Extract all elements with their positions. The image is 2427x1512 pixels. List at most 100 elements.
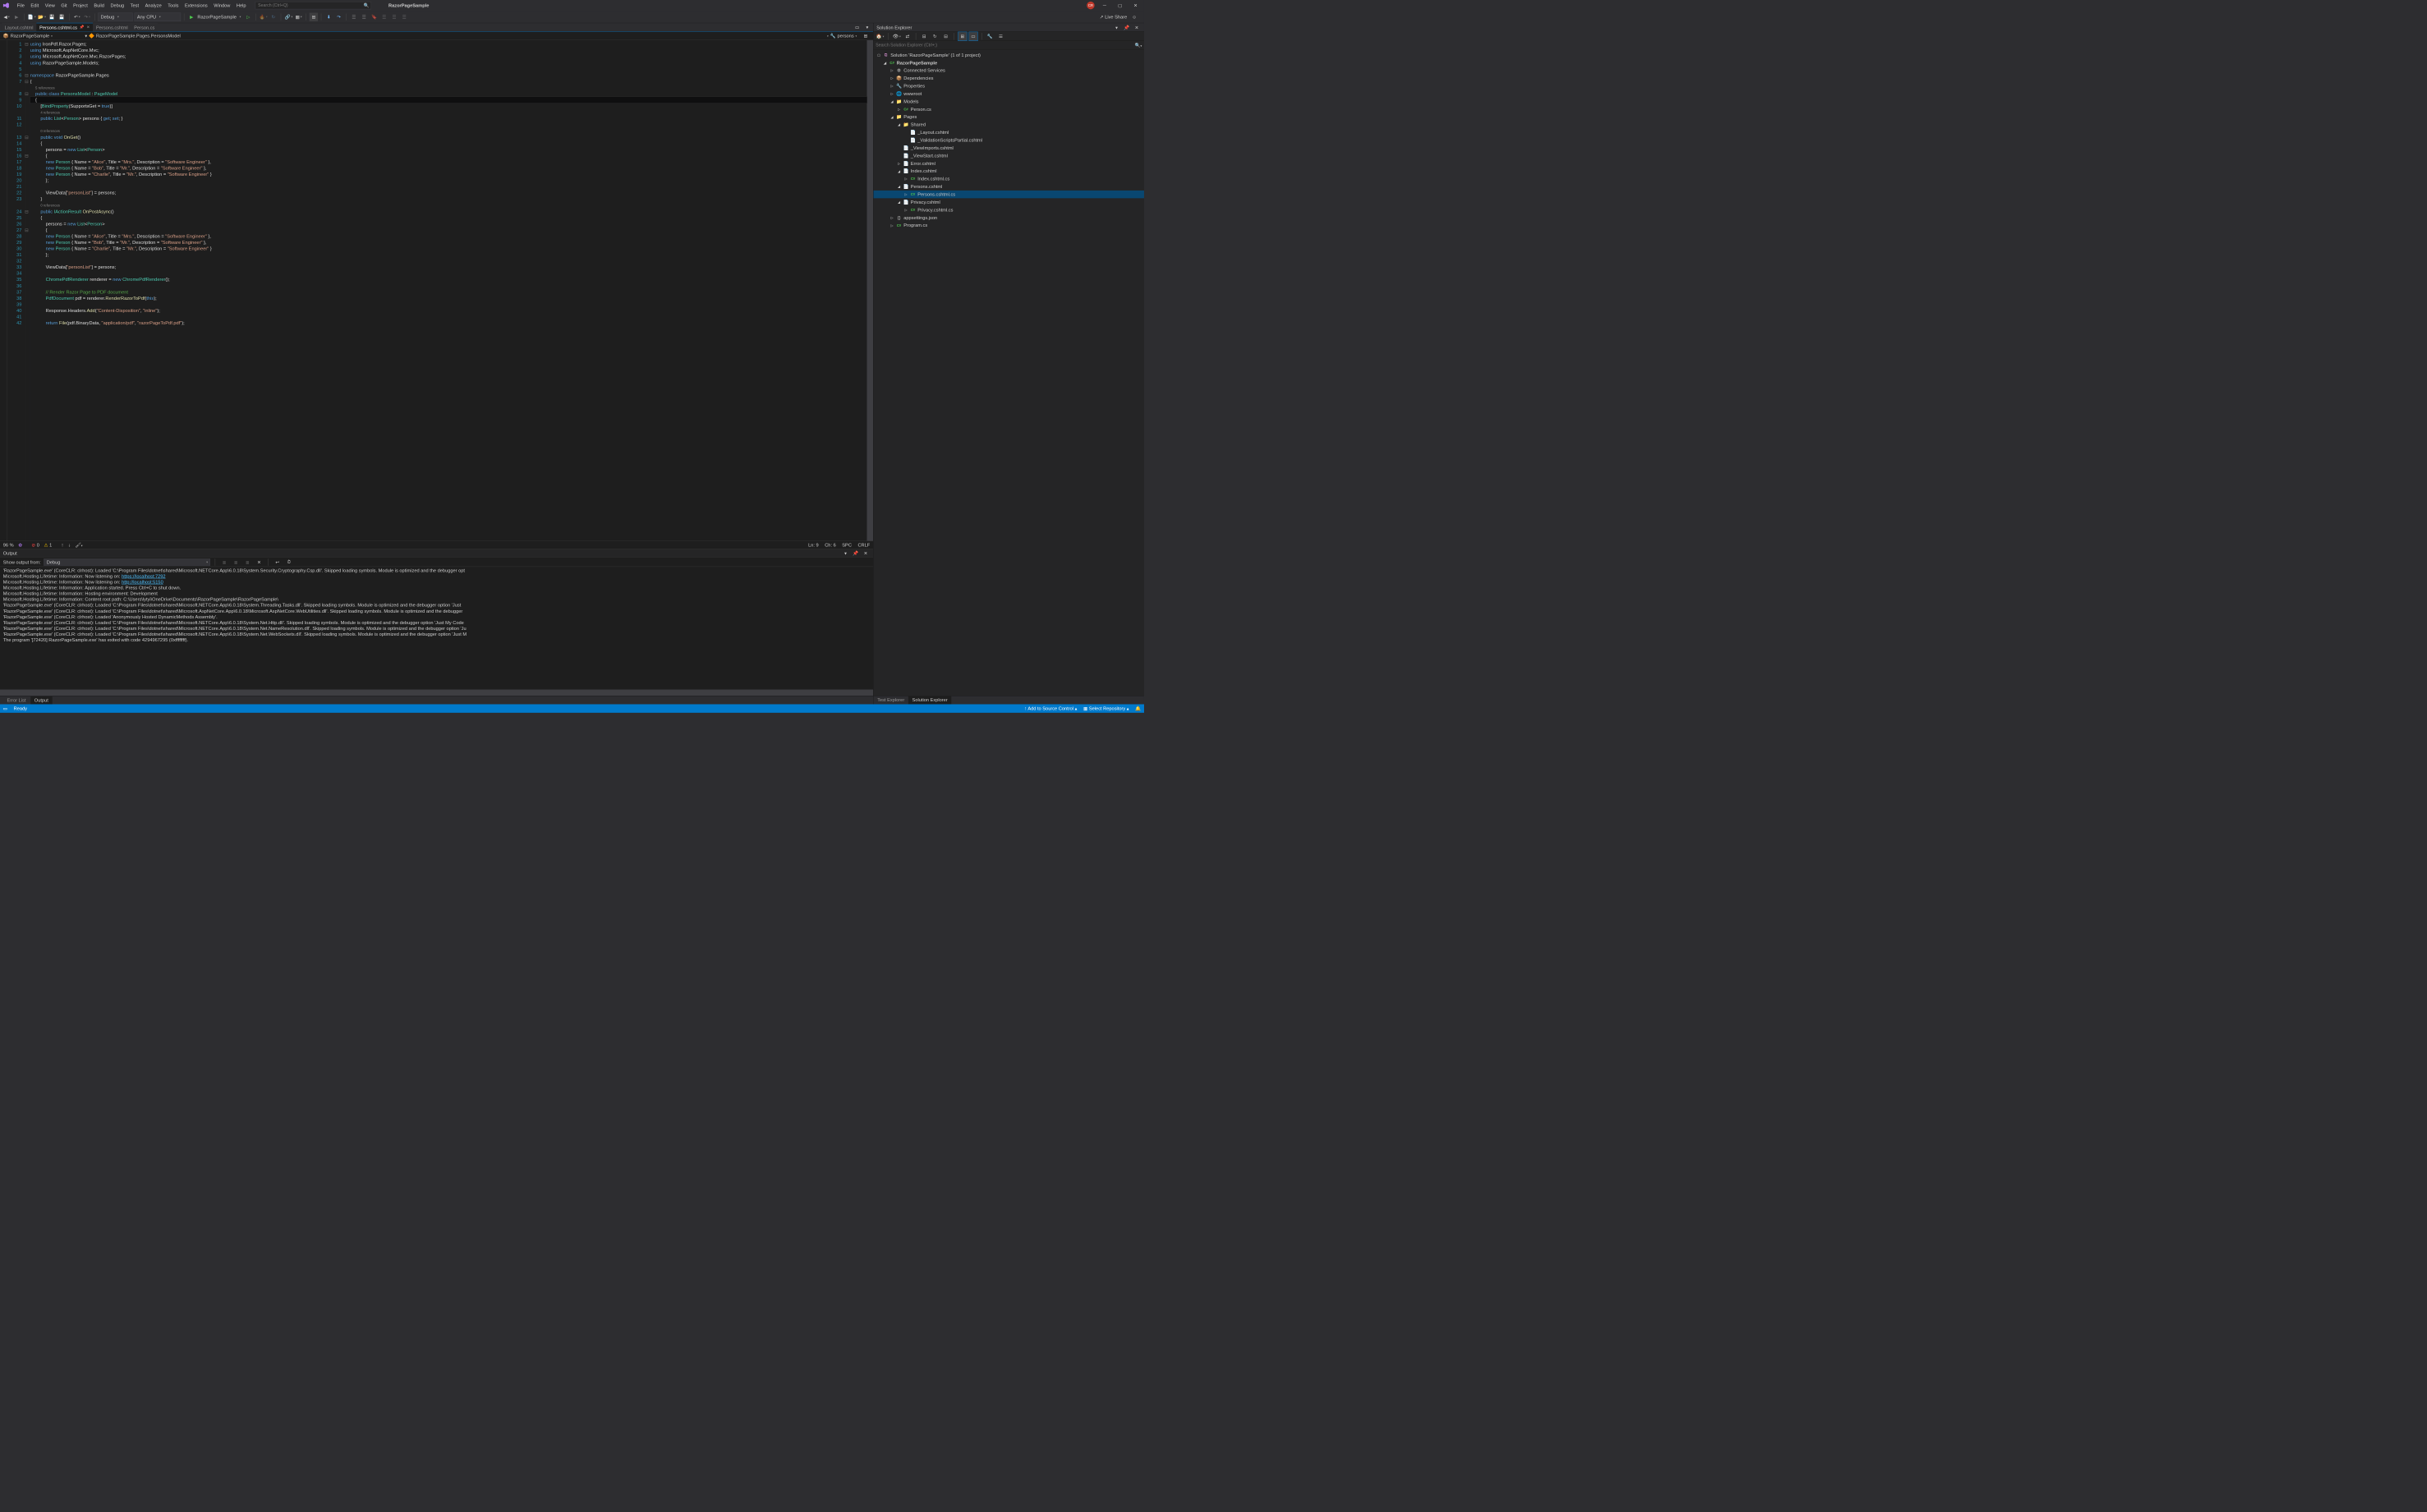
tree-item-Person-cs[interactable]: ▷C#Person.cs bbox=[873, 105, 1144, 113]
forward-button[interactable]: ▶ bbox=[12, 12, 21, 21]
expand-icon[interactable]: ◢ bbox=[889, 99, 894, 103]
tree-item-_ViewImports-cshtml[interactable]: 📄_ViewImports.cshtml bbox=[873, 144, 1144, 151]
menu-test[interactable]: Test bbox=[127, 1, 142, 9]
line-ending[interactable]: CRLF bbox=[857, 542, 870, 548]
feedback-button[interactable]: ☺ bbox=[1130, 12, 1138, 21]
close-button[interactable]: ✕ bbox=[1130, 1, 1141, 9]
expand-icon[interactable]: ▷ bbox=[903, 177, 908, 181]
expand-icon[interactable]: ▷ bbox=[897, 107, 902, 111]
error-count[interactable]: 0 bbox=[37, 542, 39, 548]
user-avatar[interactable]: CR bbox=[1087, 2, 1094, 9]
tab-Persons-cshtml[interactable]: Persons.cshtml bbox=[93, 23, 131, 31]
output-dropdown-button[interactable]: ▾ bbox=[841, 549, 849, 557]
start-without-debug-button[interactable]: ▷ bbox=[244, 12, 252, 21]
sol-tab-solution-explorer[interactable]: Solution Explorer bbox=[908, 696, 952, 705]
redo-button[interactable]: ↷▾ bbox=[83, 12, 91, 21]
output-source-dropdown[interactable]: Debug▾ bbox=[44, 558, 210, 565]
next-message-button[interactable]: ≣ bbox=[243, 558, 251, 566]
output-close-button[interactable]: ✕ bbox=[862, 549, 870, 557]
expand-icon[interactable]: ▷ bbox=[889, 215, 894, 219]
browser-link-button[interactable]: 🔗▾ bbox=[284, 12, 292, 21]
notifications-button[interactable]: 🔔 bbox=[1135, 705, 1141, 711]
tab-Person-cs[interactable]: Person.cs bbox=[131, 23, 158, 31]
tree-item-Index-cshtml[interactable]: ◢📄Index.cshtml bbox=[873, 168, 1144, 175]
split-editor-button[interactable]: ⊞ bbox=[862, 31, 870, 39]
tree-item-wwwroot[interactable]: ▷🌐wwwroot bbox=[873, 90, 1144, 97]
zoom-level[interactable]: 96 % bbox=[3, 542, 14, 548]
expand-icon[interactable]: ▷ bbox=[889, 84, 894, 88]
brush-button[interactable]: 🖌▾ bbox=[76, 542, 83, 548]
tree-item-Connected-Services[interactable]: ▷⚙Connected Services bbox=[873, 67, 1144, 74]
save-button[interactable]: 💾 bbox=[48, 12, 56, 21]
menu-debug[interactable]: Debug bbox=[108, 1, 127, 9]
sol-preview-button[interactable]: ▭ bbox=[969, 32, 977, 40]
expand-icon[interactable]: ◢ bbox=[897, 122, 902, 126]
bottom-tab-output[interactable]: Output bbox=[30, 696, 52, 704]
solution-search-input[interactable] bbox=[876, 43, 1134, 48]
new-project-button[interactable]: 📄▾ bbox=[27, 12, 35, 21]
uncomment-button[interactable]: ☰ bbox=[360, 12, 368, 21]
find-in-files-button[interactable]: ⊞ bbox=[310, 12, 318, 21]
back-button[interactable]: ◀▾ bbox=[2, 12, 11, 21]
tree-item-Persons-cshtml-cs[interactable]: ▷C#Persons.cshtml.cs bbox=[873, 191, 1144, 198]
expand-icon[interactable]: ▷ bbox=[889, 91, 894, 95]
tree-item-Error-cshtml[interactable]: ▷📄Error.cshtml bbox=[873, 159, 1144, 167]
bookmark-button[interactable]: 🔖 bbox=[370, 12, 378, 21]
tree-item-Dependencies[interactable]: ▷📦Dependencies bbox=[873, 75, 1144, 82]
bottom-tab-error-list[interactable]: Error List bbox=[3, 696, 30, 704]
menu-build[interactable]: Build bbox=[91, 1, 108, 9]
menu-project[interactable]: Project bbox=[70, 1, 90, 9]
tree-item-Privacy-cshtml[interactable]: ◢📄Privacy.cshtml bbox=[873, 198, 1144, 205]
pin-icon[interactable]: 📌 bbox=[80, 25, 85, 30]
tree-item-_Layout-cshtml[interactable]: 📄_Layout.cshtml bbox=[873, 129, 1144, 136]
tree-item-Persons-cshtml[interactable]: ◢📄Persons.cshtml bbox=[873, 183, 1144, 191]
tb-button-1[interactable]: ☰ bbox=[380, 12, 388, 21]
expand-icon[interactable]: ▷ bbox=[889, 223, 894, 227]
select-repository-button[interactable]: ▦ Select Repository ▴ bbox=[1083, 705, 1129, 711]
hot-reload-button[interactable]: 🔥▾ bbox=[259, 12, 267, 21]
open-button[interactable]: 📂▾ bbox=[38, 12, 46, 21]
tab-Persons-cshtml-cs[interactable]: Persons.cshtml.cs📌✕ bbox=[36, 23, 93, 31]
editor-vscrollbar[interactable] bbox=[866, 40, 873, 541]
expand-icon[interactable]: ◢ bbox=[897, 185, 902, 189]
tab-Layout-cshtml[interactable]: Layout.cshtml bbox=[2, 23, 36, 31]
tree-item-RazorPageSample[interactable]: ◢C#RazorPageSample bbox=[873, 59, 1144, 67]
expand-icon[interactable]: ◢ bbox=[897, 200, 902, 204]
goto-message-button[interactable]: ≣ bbox=[220, 558, 228, 566]
sol-dropdown-button[interactable]: ▾ bbox=[1112, 23, 1120, 31]
nav-up-button[interactable]: ↑ bbox=[62, 542, 64, 548]
platform-dropdown[interactable]: Any CPU▾ bbox=[135, 12, 182, 21]
expand-icon[interactable]: ▷ bbox=[903, 208, 908, 212]
tree-item-Program-cs[interactable]: ▷C#Program.cs bbox=[873, 222, 1144, 229]
tree-item-Models[interactable]: ◢📁Models bbox=[873, 98, 1144, 105]
breadcrumb-member[interactable]: 🔧 persons bbox=[830, 33, 854, 39]
step-over-button[interactable]: ↷ bbox=[334, 12, 342, 21]
add-source-control-button[interactable]: ↑ Add to Source Control ▴ bbox=[1024, 705, 1077, 711]
search-input-field[interactable] bbox=[258, 3, 369, 8]
expand-icon[interactable]: ◢ bbox=[883, 61, 888, 65]
code-content[interactable]: using IronPdf.Razor.Pages;using Microsof… bbox=[30, 40, 867, 541]
expand-icon[interactable]: ◢ bbox=[897, 169, 902, 173]
undo-button[interactable]: ↶▾ bbox=[73, 12, 81, 21]
tree-item-Privacy-cshtml-cs[interactable]: ▷C#Privacy.cshtml.cs bbox=[873, 206, 1144, 214]
menu-extensions[interactable]: Extensions bbox=[182, 1, 210, 9]
run-target-label[interactable]: RazorPageSample bbox=[197, 14, 236, 20]
clear-output-button[interactable]: ✕ bbox=[255, 558, 263, 566]
start-debug-button[interactable]: ▶ bbox=[187, 12, 195, 21]
output-hscrollbar[interactable] bbox=[0, 690, 873, 696]
code-editor[interactable]: 1234567891011121314151617181920212223242… bbox=[0, 40, 873, 541]
output-pin-button[interactable]: 📌 bbox=[852, 549, 860, 557]
config-dropdown[interactable]: Debug▾ bbox=[98, 12, 132, 21]
breadcrumb-project[interactable]: 📦 RazorPageSample bbox=[3, 33, 49, 39]
expand-icon[interactable]: ▷ bbox=[889, 76, 894, 80]
active-files-button[interactable]: ▾ bbox=[863, 23, 871, 31]
sol-close-button[interactable]: ✕ bbox=[1133, 23, 1141, 31]
save-all-button[interactable]: 💾 bbox=[57, 12, 66, 21]
breadcrumb-namespace[interactable]: 🔶 RazorPageSample.Pages.PersonsModel bbox=[89, 33, 181, 39]
solution-root[interactable]: ▢⧉Solution 'RazorPageSample' (1 of 1 pro… bbox=[873, 51, 1144, 58]
sol-filter-button[interactable]: ⇄ bbox=[903, 32, 912, 40]
restart-button[interactable]: ↻ bbox=[269, 12, 278, 21]
minimize-button[interactable]: ─ bbox=[1099, 1, 1110, 9]
tree-item-_ValidationScriptsPartial-cshtml[interactable]: 📄_ValidationScriptsPartial.cshtml bbox=[873, 136, 1144, 144]
preview-tab-button[interactable]: ▭ bbox=[853, 23, 861, 31]
